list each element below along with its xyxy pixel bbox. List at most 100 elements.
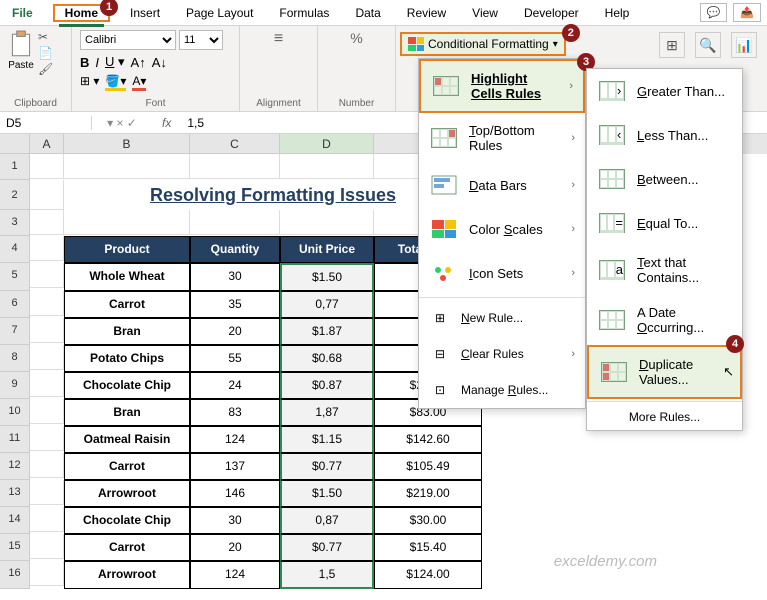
share-button[interactable]: 📤 bbox=[733, 3, 761, 22]
row-header[interactable]: 4 bbox=[0, 236, 30, 263]
submenu-more-rules[interactable]: More Rules... bbox=[587, 404, 742, 430]
menu-icon-sets[interactable]: Icon Sets› bbox=[419, 251, 585, 295]
cell-product[interactable]: Bran bbox=[64, 399, 190, 426]
cell-quantity[interactable]: 146 bbox=[190, 480, 280, 507]
row-header[interactable]: 13 bbox=[0, 480, 30, 507]
insert-cells-icon[interactable]: ⊞ bbox=[659, 32, 685, 58]
decrease-font-icon[interactable]: A↓ bbox=[152, 55, 167, 70]
font-size-select[interactable]: 11 bbox=[179, 30, 223, 50]
cell-product[interactable]: Oatmeal Raisin bbox=[64, 426, 190, 453]
row-header[interactable]: 11 bbox=[0, 426, 30, 453]
tab-home[interactable]: Home bbox=[59, 2, 104, 27]
cell-unit-price[interactable]: 0,77 bbox=[280, 291, 374, 318]
tab-view[interactable]: View bbox=[466, 2, 504, 24]
cell-unit-price[interactable]: 1,5 bbox=[280, 561, 374, 589]
cell[interactable] bbox=[30, 318, 64, 343]
cell-product[interactable]: Bran bbox=[64, 318, 190, 345]
cell-quantity[interactable]: 20 bbox=[190, 318, 280, 345]
cell-total-price[interactable]: $124.00 bbox=[374, 561, 482, 589]
cell-quantity[interactable]: 35 bbox=[190, 291, 280, 318]
submenu-greater-than[interactable]: ›Greater Than... bbox=[587, 69, 742, 113]
cell-unit-price[interactable]: 0,87 bbox=[280, 507, 374, 534]
bold-button[interactable]: B bbox=[80, 55, 89, 70]
submenu-date-occurring[interactable]: A Date Occurring... bbox=[587, 295, 742, 345]
row-header[interactable]: 10 bbox=[0, 399, 30, 426]
fx-icon[interactable]: fx bbox=[152, 116, 181, 130]
format-painter-icon[interactable]: 🖌 bbox=[38, 62, 53, 76]
menu-clear-rules[interactable]: ⊟Clear Rules› bbox=[419, 336, 585, 372]
cell-product[interactable]: Chocolate Chip bbox=[64, 372, 190, 399]
col-header-b[interactable]: B bbox=[64, 134, 190, 154]
row-header[interactable]: 5 bbox=[0, 263, 30, 291]
cell-product[interactable]: Carrot bbox=[64, 453, 190, 480]
cell[interactable] bbox=[30, 480, 64, 505]
name-box[interactable]: D5 bbox=[0, 116, 92, 130]
conditional-formatting-button[interactable]: Conditional Formatting▾ 2 bbox=[400, 32, 566, 56]
menu-highlight-cells-rules[interactable]: Highlight Cells Rules› 3 bbox=[419, 59, 585, 113]
cell-unit-price[interactable]: $1.15 bbox=[280, 426, 374, 453]
cell-unit-price[interactable]: $1.50 bbox=[280, 480, 374, 507]
row-header[interactable]: 7 bbox=[0, 318, 30, 345]
cell-quantity[interactable]: 30 bbox=[190, 507, 280, 534]
menu-data-bars[interactable]: Data Bars› bbox=[419, 163, 585, 207]
cell-product[interactable]: Chocolate Chip bbox=[64, 507, 190, 534]
menu-new-rule[interactable]: ⊞New Rule... bbox=[419, 300, 585, 336]
row-header[interactable]: 3 bbox=[0, 210, 30, 236]
submenu-duplicate-values[interactable]: Duplicate Values... ↖ 4 bbox=[587, 345, 742, 399]
cell-quantity[interactable]: 55 bbox=[190, 345, 280, 372]
select-all-corner[interactable] bbox=[0, 134, 30, 154]
row-header[interactable]: 9 bbox=[0, 372, 30, 399]
analyze-icon[interactable]: 📊 bbox=[731, 32, 757, 58]
formula-input[interactable]: 1,5 bbox=[181, 116, 210, 130]
font-color-button[interactable]: A▾ bbox=[132, 74, 146, 91]
cell-unit-price[interactable]: $0.87 bbox=[280, 372, 374, 399]
cell-quantity[interactable]: 24 bbox=[190, 372, 280, 399]
cell[interactable] bbox=[30, 561, 64, 586]
tab-file[interactable]: File bbox=[6, 2, 39, 24]
cell-product[interactable]: Carrot bbox=[64, 291, 190, 318]
cell-product[interactable]: Arrowroot bbox=[64, 480, 190, 507]
row-header[interactable]: 8 bbox=[0, 345, 30, 372]
cell-quantity[interactable]: 137 bbox=[190, 453, 280, 480]
font-name-select[interactable]: Calibri bbox=[80, 30, 176, 50]
cell-total-price[interactable]: $30.00 bbox=[374, 507, 482, 534]
cell-unit-price[interactable]: $0.77 bbox=[280, 534, 374, 561]
col-header-d[interactable]: D bbox=[280, 134, 374, 154]
cell[interactable] bbox=[30, 263, 64, 288]
menu-color-scales[interactable]: Color Scales› bbox=[419, 207, 585, 251]
cell[interactable] bbox=[30, 372, 64, 397]
cut-icon[interactable]: ✂ bbox=[38, 30, 53, 44]
tab-developer[interactable]: Developer bbox=[518, 2, 585, 24]
cell-quantity[interactable]: 124 bbox=[190, 426, 280, 453]
find-icon[interactable]: 🔍 bbox=[695, 32, 721, 58]
cell-total-price[interactable]: $105.49 bbox=[374, 453, 482, 480]
cell[interactable] bbox=[30, 507, 64, 532]
tab-page-layout[interactable]: Page Layout bbox=[180, 2, 259, 24]
borders-button[interactable]: ⊞ ▾ bbox=[80, 74, 99, 91]
cell-quantity[interactable]: 124 bbox=[190, 561, 280, 589]
cell-product[interactable]: Potato Chips bbox=[64, 345, 190, 372]
col-header-c[interactable]: C bbox=[190, 134, 280, 154]
tab-data[interactable]: Data bbox=[349, 2, 386, 24]
submenu-equal-to[interactable]: =Equal To... bbox=[587, 201, 742, 245]
copy-icon[interactable]: 📄 bbox=[38, 46, 53, 60]
tab-formulas[interactable]: Formulas bbox=[273, 2, 335, 24]
comments-button[interactable]: 💬 bbox=[700, 3, 728, 22]
cell-quantity[interactable]: 20 bbox=[190, 534, 280, 561]
cell[interactable] bbox=[30, 534, 64, 559]
cell-unit-price[interactable]: $1.87 bbox=[280, 318, 374, 345]
cell-unit-price[interactable]: 1,87 bbox=[280, 399, 374, 426]
row-header[interactable]: 16 bbox=[0, 561, 30, 589]
cell-quantity[interactable]: 83 bbox=[190, 399, 280, 426]
row-header[interactable]: 14 bbox=[0, 507, 30, 534]
cell-total-price[interactable]: $142.60 bbox=[374, 426, 482, 453]
italic-button[interactable]: I bbox=[95, 55, 99, 70]
cell-product[interactable]: Whole Wheat bbox=[64, 263, 190, 291]
row-header[interactable]: 2 bbox=[0, 180, 30, 210]
cell-total-price[interactable]: $15.40 bbox=[374, 534, 482, 561]
row-header[interactable]: 12 bbox=[0, 453, 30, 480]
increase-font-icon[interactable]: A↑ bbox=[131, 55, 146, 70]
menu-top-bottom-rules[interactable]: TTop/Bottom Rulesop/Bottom Rules› bbox=[419, 113, 585, 163]
paste-button[interactable]: Paste bbox=[8, 30, 34, 76]
cell[interactable] bbox=[30, 345, 64, 370]
